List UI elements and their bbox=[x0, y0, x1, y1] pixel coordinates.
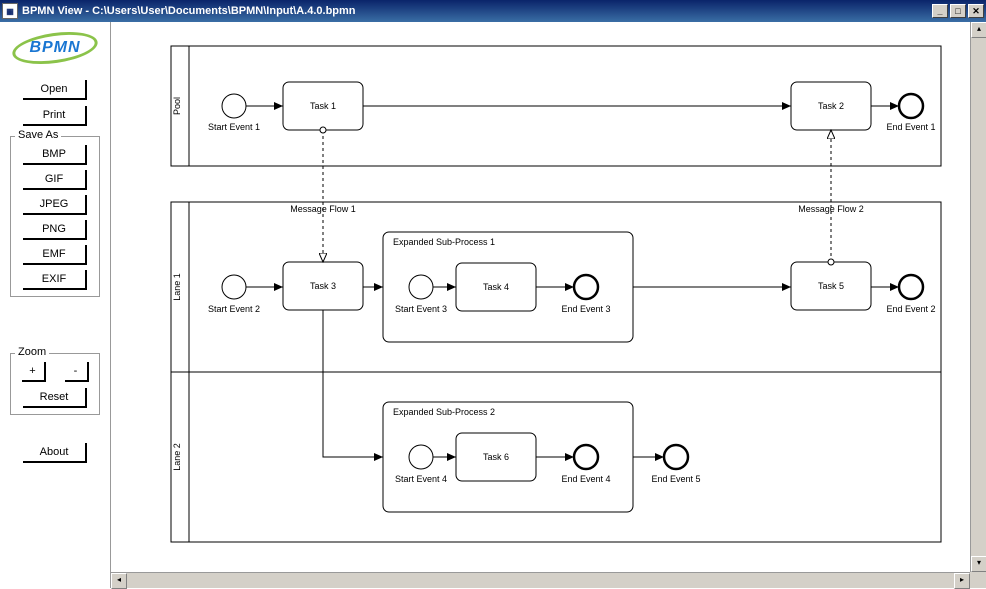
scroll-right-button[interactable]: ▸ bbox=[954, 573, 970, 589]
sub-process-2-label: Expanded Sub-Process 2 bbox=[393, 407, 495, 417]
message-flow-1-label: Message Flow 1 bbox=[290, 204, 356, 214]
scroll-up-button[interactable]: ▴ bbox=[971, 22, 986, 38]
start-event-4-label: Start Event 4 bbox=[395, 474, 447, 484]
logo-text: BPMN bbox=[29, 39, 80, 57]
about-button[interactable]: About bbox=[23, 443, 87, 463]
message-flow-2-label: Message Flow 2 bbox=[798, 204, 864, 214]
horizontal-scrollbar[interactable]: ◂ ▸ bbox=[111, 572, 970, 588]
save-png-button[interactable]: PNG bbox=[23, 220, 87, 240]
end-event-2-label: End Event 2 bbox=[886, 304, 935, 314]
print-button[interactable]: Print bbox=[23, 106, 87, 126]
start-event-4[interactable] bbox=[409, 445, 433, 469]
zoom-in-button[interactable]: + bbox=[22, 362, 46, 382]
start-event-3-label: Start Event 3 bbox=[395, 304, 447, 314]
task-6-label: Task 6 bbox=[483, 452, 509, 462]
task-1-label: Task 1 bbox=[310, 101, 336, 111]
pool-1-label: Pool bbox=[172, 97, 182, 115]
lane-1-label: Lane 1 bbox=[172, 273, 182, 301]
saveas-group: Save As BMP GIF JPEG PNG EMF EXIF bbox=[10, 136, 100, 297]
app-icon: ▦ bbox=[2, 3, 18, 19]
end-event-5-label: End Event 5 bbox=[651, 474, 700, 484]
diagram-canvas[interactable]: Pool Start Event 1 Task 1 Task 2 End Eve… bbox=[111, 22, 986, 588]
start-event-1-label: Start Event 1 bbox=[208, 122, 260, 132]
close-button[interactable]: ✕ bbox=[968, 4, 984, 18]
minimize-button[interactable]: _ bbox=[932, 4, 948, 18]
logo: BPMN bbox=[10, 30, 100, 66]
window-title: BPMN View - C:\Users\User\Documents\BPMN… bbox=[22, 5, 932, 17]
end-event-4[interactable] bbox=[574, 445, 598, 469]
start-event-1[interactable] bbox=[222, 94, 246, 118]
end-event-4-label: End Event 4 bbox=[561, 474, 610, 484]
save-exif-button[interactable]: EXIF bbox=[23, 270, 87, 290]
scrollbar-corner bbox=[970, 572, 986, 588]
sub-process-1-label: Expanded Sub-Process 1 bbox=[393, 237, 495, 247]
save-bmp-button[interactable]: BMP bbox=[23, 145, 87, 165]
zoom-group: Zoom + - Reset bbox=[10, 353, 100, 415]
start-event-2-label: Start Event 2 bbox=[208, 304, 260, 314]
end-event-5[interactable] bbox=[664, 445, 688, 469]
save-jpeg-button[interactable]: JPEG bbox=[23, 195, 87, 215]
vertical-scrollbar[interactable]: ▴ ▾ bbox=[970, 22, 986, 572]
end-event-2[interactable] bbox=[899, 275, 923, 299]
task-2-label: Task 2 bbox=[818, 101, 844, 111]
end-event-1-label: End Event 1 bbox=[886, 122, 935, 132]
task-4-label: Task 4 bbox=[483, 282, 509, 292]
saveas-legend: Save As bbox=[15, 129, 61, 141]
bpmn-diagram: Pool Start Event 1 Task 1 Task 2 End Eve… bbox=[111, 22, 967, 570]
end-event-3[interactable] bbox=[574, 275, 598, 299]
scroll-down-button[interactable]: ▾ bbox=[971, 556, 986, 572]
diagram-canvas-wrap: Pool Start Event 1 Task 1 Task 2 End Eve… bbox=[110, 22, 986, 588]
zoom-legend: Zoom bbox=[15, 346, 49, 358]
zoom-reset-button[interactable]: Reset bbox=[23, 388, 87, 408]
end-event-3-label: End Event 3 bbox=[561, 304, 610, 314]
save-emf-button[interactable]: EMF bbox=[23, 245, 87, 265]
lane-2-label: Lane 2 bbox=[172, 443, 182, 471]
sidebar: BPMN Open Print Save As BMP GIF JPEG PNG… bbox=[0, 22, 110, 588]
scroll-left-button[interactable]: ◂ bbox=[111, 573, 127, 589]
task-3-label: Task 3 bbox=[310, 281, 336, 291]
save-gif-button[interactable]: GIF bbox=[23, 170, 87, 190]
window-titlebar: ▦ BPMN View - C:\Users\User\Documents\BP… bbox=[0, 0, 986, 22]
start-event-2[interactable] bbox=[222, 275, 246, 299]
task-5-label: Task 5 bbox=[818, 281, 844, 291]
open-button[interactable]: Open bbox=[23, 80, 87, 100]
start-event-3[interactable] bbox=[409, 275, 433, 299]
flow-t3-sub2[interactable] bbox=[323, 310, 383, 457]
end-event-1[interactable] bbox=[899, 94, 923, 118]
maximize-button[interactable]: □ bbox=[950, 4, 966, 18]
zoom-out-button[interactable]: - bbox=[65, 362, 89, 382]
